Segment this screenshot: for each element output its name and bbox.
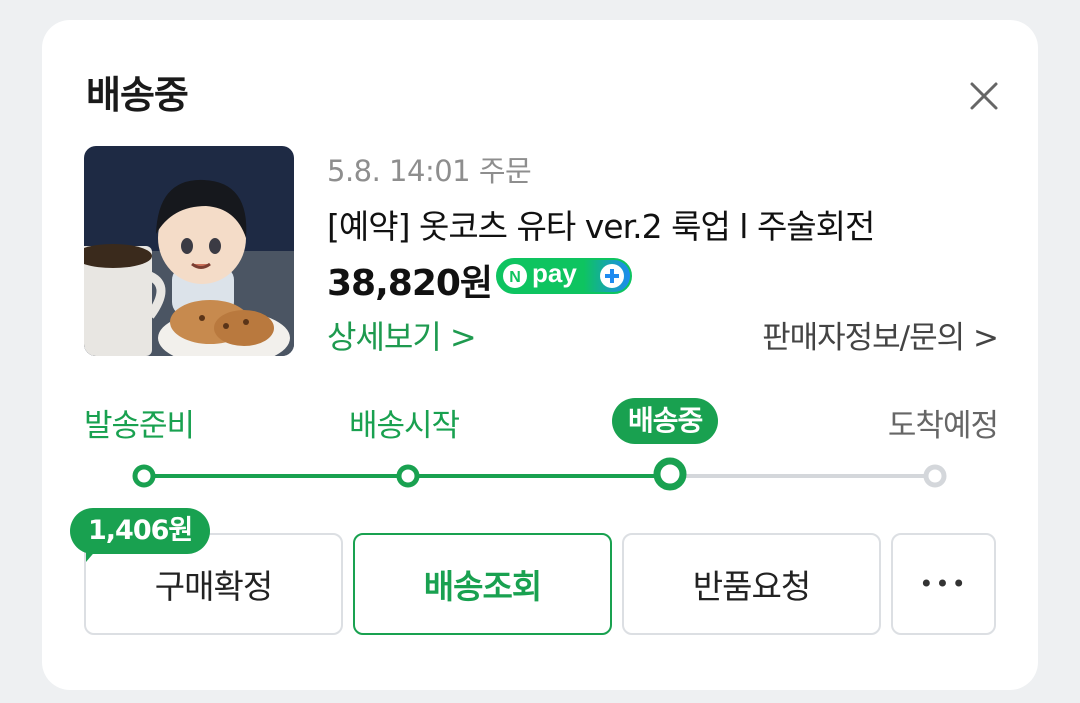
product-price: 38,820원 — [327, 263, 493, 304]
return-request-label: 반품요청 — [692, 567, 811, 606]
card-title: 배송중 — [86, 73, 189, 117]
npay-label: pay — [532, 258, 577, 288]
step-label-current: 배송중 — [612, 398, 719, 444]
product-thumbnail[interactable] — [84, 146, 294, 356]
detail-link[interactable]: 상세보기 > — [327, 312, 477, 358]
close-icon[interactable] — [964, 76, 1004, 116]
more-options-button[interactable]: ••• — [891, 533, 996, 635]
product-name[interactable]: [예약] 옷코츠 유타 ver.2 룩업 l 주술회전 — [327, 200, 875, 248]
more-icon: ••• — [919, 570, 968, 598]
svg-text:N: N — [509, 269, 521, 286]
confirm-purchase-label: 구매확정 — [154, 567, 273, 606]
step-label-arrival: 도착예정 — [887, 408, 999, 444]
progress-track — [132, 457, 947, 491]
step-dot-start — [396, 464, 420, 488]
track-delivery-label: 배송조회 — [423, 567, 542, 606]
return-request-button[interactable]: 반품요청 — [622, 533, 881, 635]
step-label-start: 배송시작 — [349, 408, 460, 444]
order-date: 5.8. 14:01 주문 — [327, 154, 532, 188]
step-dot-current — [653, 457, 687, 491]
delivery-status-card: 배송중 5.8. 14:01 주문 [예약] 옷코츠 유타 ver.2 룩업 l… — [42, 20, 1038, 690]
seller-info-link[interactable]: 판매자정보/문의 > — [762, 312, 999, 357]
step-label-prepare: 발송준비 — [84, 408, 195, 444]
step-dot-prepare — [132, 464, 156, 488]
track-delivery-button[interactable]: 배송조회 — [353, 533, 612, 635]
step-dot-arrival — [923, 464, 947, 488]
reward-badge-tail — [86, 548, 98, 562]
npay-plus-badge: N pay — [496, 258, 632, 294]
